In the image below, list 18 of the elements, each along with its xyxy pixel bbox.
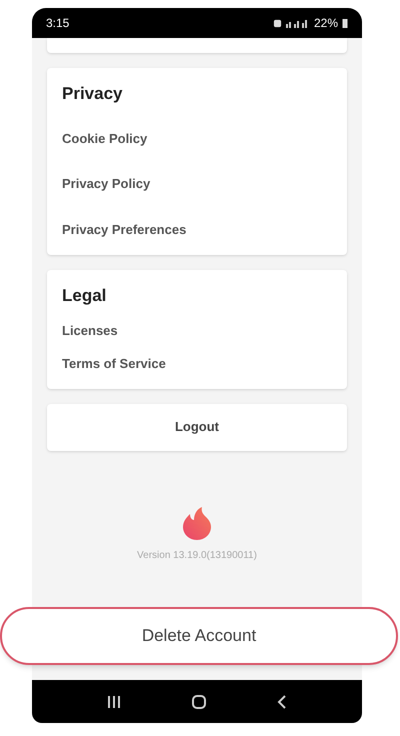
signal-icon [286,18,310,28]
version-text: Version 13.19.0(13190011) [137,548,257,562]
settings-link[interactable]: Privacy Policy [62,174,332,194]
recent-apps-icon[interactable] [107,694,121,708]
battery-icon [342,18,348,28]
battery-percent: 22% [314,15,338,32]
settings-link[interactable]: Terms of Service [62,354,332,374]
delete-account-button[interactable]: Delete Account [0,607,398,665]
settings-link[interactable]: Cookie Policy [62,128,332,148]
settings-link[interactable]: Privacy Preferences [62,220,332,239]
flame-icon [182,506,212,540]
section-title: Privacy [62,83,124,105]
section-title: Legal [62,285,108,307]
home-icon[interactable] [191,694,207,710]
back-icon[interactable] [277,694,287,708]
status-time: 3:15 [46,15,70,32]
settings-link[interactable]: Licenses [62,320,332,340]
logout-button[interactable]: Logout [47,404,347,450]
